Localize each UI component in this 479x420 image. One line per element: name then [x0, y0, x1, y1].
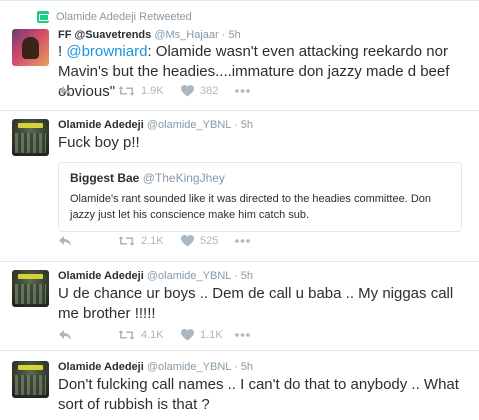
tweet-header: Olamide Adedeji @olamide_YBNL · 5h [58, 270, 254, 282]
retweet-count: 4.1K [141, 329, 164, 341]
author-handle[interactable]: @Ms_Hajaar [154, 29, 218, 41]
more-button[interactable] [235, 333, 250, 337]
tweet-actions: 2.1K 525 [58, 235, 250, 247]
more-button[interactable] [235, 239, 250, 243]
mention-link[interactable]: @browniard [66, 43, 147, 60]
reply-icon [59, 86, 71, 96]
author-name[interactable]: Olamide Adedeji [58, 270, 144, 282]
reply-button[interactable] [58, 329, 118, 341]
more-button[interactable] [235, 89, 250, 93]
retweet-count: 2.1K [141, 235, 164, 247]
reply-button[interactable] [58, 85, 118, 97]
tweet-text: U de chance ur boys .. Dem de call u bab… [58, 285, 454, 322]
reply-icon [59, 236, 71, 246]
author-name[interactable]: FF @Suavetrends [58, 29, 151, 41]
like-count: 525 [200, 235, 219, 247]
tweet-text: Fuck boy p!! [58, 134, 140, 151]
quote-author-handle: @TheKingJhey [142, 171, 225, 185]
tweet-header: Olamide Adedeji @olamide_YBNL · 5h [58, 361, 254, 373]
quote-author-name: Biggest Bae [70, 171, 140, 185]
author-name[interactable]: Olamide Adedeji [58, 361, 144, 373]
tweet-time[interactable]: 5h [241, 361, 253, 373]
reply-button[interactable] [58, 235, 118, 247]
like-button[interactable]: 1.1K [181, 329, 235, 341]
more-icon [235, 89, 250, 93]
reply-icon [59, 330, 71, 340]
retweet-button[interactable]: 4.1K [118, 329, 181, 341]
tweet-time[interactable]: 5h [241, 270, 253, 282]
tweet-actions: 4.1K 1.1K [58, 329, 250, 341]
author-handle[interactable]: @olamide_YBNL [147, 361, 231, 373]
more-icon [235, 239, 250, 243]
avatar[interactable] [12, 361, 49, 398]
avatar[interactable] [12, 119, 49, 156]
tweet[interactable]: Olamide Adedeji @olamide_YBNL · 5h Don't… [0, 351, 479, 420]
retweet-icon [118, 86, 135, 96]
like-count: 1.1K [200, 329, 223, 341]
tweet[interactable]: Olamide Adedeji Retweeted FF @Suavetrend… [0, 0, 479, 111]
tweet-time[interactable]: 5h [241, 119, 253, 131]
tweet-header: Olamide Adedeji @olamide_YBNL · 5h [58, 119, 254, 131]
tweet[interactable]: Olamide Adedeji @olamide_YBNL · 5h Fuck … [0, 111, 479, 262]
retweet-badge-icon [37, 11, 49, 23]
avatar[interactable] [12, 29, 49, 66]
retweet-icon [118, 330, 135, 340]
tweet-text: Don't fulcking call names .. I can't do … [58, 376, 459, 413]
like-icon [181, 235, 194, 247]
like-button[interactable]: 525 [181, 235, 235, 247]
author-name[interactable]: Olamide Adedeji [58, 119, 144, 131]
retweet-button[interactable]: 2.1K [118, 235, 181, 247]
avatar[interactable] [12, 270, 49, 307]
quote-text: Olamide's rant sounded like it was direc… [70, 193, 432, 221]
like-icon [181, 329, 194, 341]
retweet-context-label: Olamide Adedeji Retweeted [56, 11, 192, 23]
like-count: 382 [200, 85, 219, 97]
more-icon [235, 333, 250, 337]
tweet[interactable]: Olamide Adedeji @olamide_YBNL · 5h U de … [0, 262, 479, 351]
quoted-tweet[interactable]: Biggest Bae @TheKingJhey Olamide's rant … [58, 162, 462, 232]
like-button[interactable]: 382 [181, 85, 235, 97]
tweet-actions: 1.9K 382 [58, 85, 250, 97]
retweet-context: Olamide Adedeji Retweeted [37, 11, 192, 23]
retweet-icon [118, 236, 135, 246]
tweet-header: FF @Suavetrends @Ms_Hajaar · 5h [58, 29, 241, 41]
retweet-count: 1.9K [141, 85, 164, 97]
author-handle[interactable]: @olamide_YBNL [147, 119, 231, 131]
author-handle[interactable]: @olamide_YBNL [147, 270, 231, 282]
like-icon [181, 85, 194, 97]
tweet-time[interactable]: 5h [228, 29, 240, 41]
retweet-button[interactable]: 1.9K [118, 85, 181, 97]
quote-header: Biggest Bae @TheKingJhey [70, 171, 450, 185]
